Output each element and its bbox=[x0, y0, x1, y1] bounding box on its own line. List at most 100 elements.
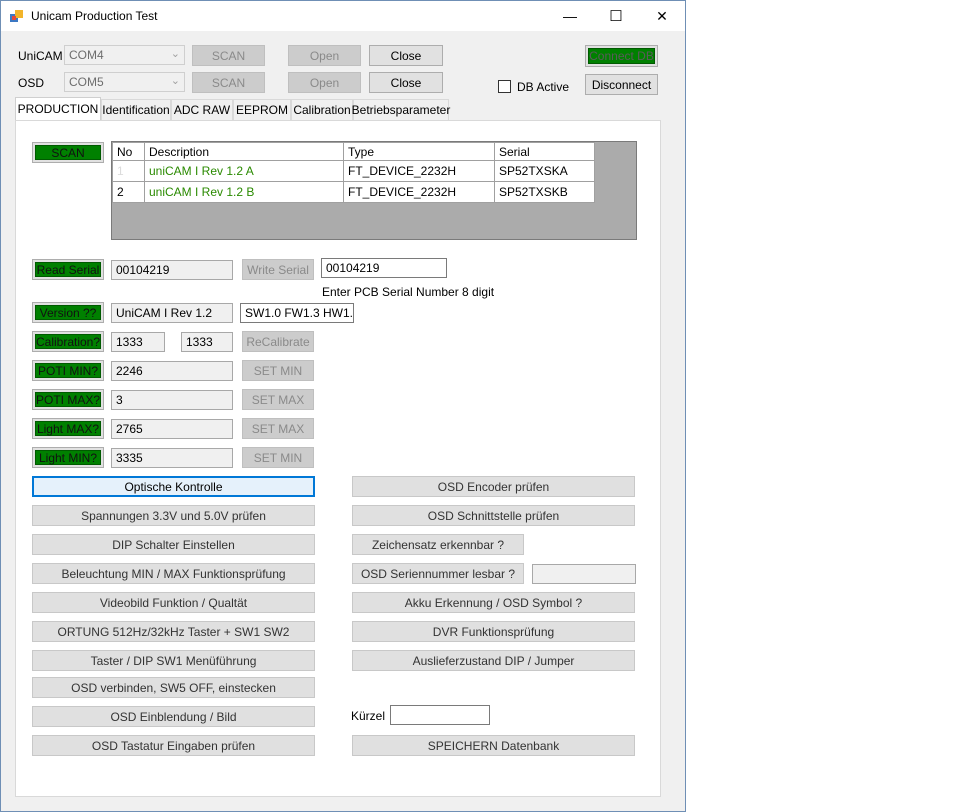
calibration-field-a[interactable]: 1333 bbox=[111, 332, 165, 352]
light-max-field[interactable]: 2765 bbox=[111, 419, 233, 439]
test-beleuchtung-button[interactable]: Beleuchtung MIN / MAX Funktionsprüfung bbox=[32, 563, 315, 584]
test-zeichensatz-button[interactable]: Zeichensatz erkennbar ? bbox=[352, 534, 524, 555]
save-database-button[interactable]: SPEICHERN Datenbank bbox=[352, 735, 635, 756]
recalibrate-button[interactable]: ReCalibrate bbox=[242, 331, 314, 352]
osd-close-button[interactable]: Close bbox=[369, 72, 443, 93]
table-cell: FT_DEVICE_2232H bbox=[343, 181, 495, 203]
table-cell: SP52TXSKB bbox=[494, 181, 595, 203]
db-active-label: DB Active bbox=[517, 80, 570, 94]
poti-max-label: POTI MAX? bbox=[35, 392, 101, 407]
light-set-min-button[interactable]: SET MIN bbox=[242, 447, 314, 468]
osd-port-value: COM5 bbox=[69, 75, 104, 89]
chevron-down-icon: ⌄ bbox=[170, 48, 180, 60]
connect-db-button[interactable]: Connect DB bbox=[585, 45, 658, 67]
test-taster-menu-button[interactable]: Taster / DIP SW1 Menüführung bbox=[32, 650, 315, 671]
title-bar[interactable]: Unicam Production Test — ☐ ✕ bbox=[1, 1, 685, 31]
tab-calibration[interactable]: Calibration bbox=[291, 99, 353, 120]
osd-label: OSD bbox=[18, 76, 45, 90]
table-cell: uniCAM I Rev 1.2 B bbox=[144, 181, 344, 203]
table-cell: SP52TXSKA bbox=[494, 160, 595, 182]
read-serial-label: Read Serial bbox=[35, 262, 101, 277]
osd-open-button[interactable]: Open bbox=[288, 72, 361, 93]
poti-min-label: POTI MIN? bbox=[35, 363, 101, 378]
test-dip-schalter-button[interactable]: DIP Schalter Einstellen bbox=[32, 534, 315, 555]
test-videobild-button[interactable]: Videobild Funktion / Qualtät bbox=[32, 592, 315, 613]
column-header[interactable]: No bbox=[112, 142, 145, 161]
column-header[interactable]: Description bbox=[144, 142, 344, 161]
poti-min-button[interactable]: POTI MIN? bbox=[32, 360, 104, 381]
disconnect-button[interactable]: Disconnect bbox=[585, 74, 658, 95]
unicam-scan-button[interactable]: SCAN bbox=[192, 45, 265, 66]
unicam-port-select[interactable]: COM4 ⌄ bbox=[64, 45, 185, 65]
read-serial-button[interactable]: Read Serial bbox=[32, 259, 104, 280]
write-serial-button[interactable]: Write Serial bbox=[242, 259, 314, 280]
unicam-close-button[interactable]: Close bbox=[369, 45, 443, 66]
unicam-open-button[interactable]: Open bbox=[288, 45, 361, 66]
unicam-port-value: COM4 bbox=[69, 48, 104, 62]
calibration-button[interactable]: Calibration? bbox=[32, 331, 104, 352]
version-button[interactable]: Version ?? bbox=[32, 302, 104, 323]
table-header-row: No Description Type Serial bbox=[112, 142, 595, 161]
poti-min-field[interactable]: 2246 bbox=[111, 361, 233, 381]
table-row[interactable]: 1 uniCAM I Rev 1.2 A FT_DEVICE_2232H SP5… bbox=[112, 160, 595, 182]
test-osd-tastatur-button[interactable]: OSD Tastatur Eingaben prüfen bbox=[32, 735, 315, 756]
test-osd-einblendung-button[interactable]: OSD Einblendung / Bild bbox=[32, 706, 315, 727]
test-spannungen-button[interactable]: Spannungen 3.3V und 5.0V prüfen bbox=[32, 505, 315, 526]
window-title: Unicam Production Test bbox=[31, 9, 158, 23]
tab-betriebsparameter[interactable]: Betriebsparameter bbox=[352, 99, 450, 120]
production-scan-label: SCAN bbox=[35, 145, 101, 160]
set-min-button[interactable]: SET MIN bbox=[242, 360, 314, 381]
tab-adc-raw[interactable]: ADC RAW bbox=[171, 99, 233, 120]
unicam-label: UniCAM bbox=[18, 49, 63, 63]
light-min-button[interactable]: Light MIN? bbox=[32, 447, 104, 468]
tab-eeprom[interactable]: EEPROM bbox=[233, 99, 291, 120]
light-min-field[interactable]: 3335 bbox=[111, 448, 233, 468]
tab-identification[interactable]: Identification bbox=[101, 99, 171, 120]
connect-db-label: Connect DB bbox=[588, 48, 655, 64]
osd-port-select[interactable]: COM5 ⌄ bbox=[64, 72, 185, 92]
table-cell: FT_DEVICE_2232H bbox=[343, 160, 495, 182]
test-dvr-button[interactable]: DVR Funktionsprüfung bbox=[352, 621, 635, 642]
device-grid[interactable]: No Description Type Serial 1 uniCAM I Re… bbox=[111, 141, 637, 240]
poti-max-button[interactable]: POTI MAX? bbox=[32, 389, 104, 410]
table-row[interactable]: 2 uniCAM I Rev 1.2 B FT_DEVICE_2232H SP5… bbox=[112, 181, 595, 203]
tab-production[interactable]: PRODUCTION bbox=[15, 97, 101, 120]
maximize-button[interactable]: ☐ bbox=[593, 1, 639, 31]
osd-scan-button[interactable]: SCAN bbox=[192, 72, 265, 93]
serial-readonly-field[interactable]: 00104219 bbox=[111, 260, 233, 280]
table-cell: 2 bbox=[112, 181, 145, 203]
minimize-button[interactable]: — bbox=[547, 1, 593, 31]
light-set-max-button[interactable]: SET MAX bbox=[242, 418, 314, 439]
column-header[interactable]: Serial bbox=[494, 142, 595, 161]
kuerzel-input[interactable] bbox=[390, 705, 490, 725]
test-akku-button[interactable]: Akku Erkennung / OSD Symbol ? bbox=[352, 592, 635, 613]
main-window: Unicam Production Test — ☐ ✕ UniCAM COM4… bbox=[0, 0, 686, 812]
test-osd-seriennummer-button[interactable]: OSD Seriennummer lesbar ? bbox=[352, 563, 524, 584]
serial-input[interactable]: 00104219 bbox=[321, 258, 447, 278]
test-optische-kontrolle-button[interactable]: Optische Kontrolle bbox=[32, 476, 315, 497]
table-cell: 1 bbox=[112, 160, 145, 182]
light-max-label: Light MAX? bbox=[35, 421, 101, 436]
light-min-label: Light MIN? bbox=[35, 450, 101, 465]
poti-max-field[interactable]: 3 bbox=[111, 390, 233, 410]
version-field[interactable]: UniCAM I Rev 1.2 bbox=[111, 303, 233, 323]
version-label: Version ?? bbox=[35, 305, 101, 320]
osd-serial-field[interactable] bbox=[532, 564, 636, 584]
chevron-down-icon: ⌄ bbox=[170, 75, 180, 87]
test-osd-verbinden-button[interactable]: OSD verbinden, SW5 OFF, einstecken bbox=[32, 677, 315, 698]
close-window-button[interactable]: ✕ bbox=[639, 1, 685, 31]
light-max-button[interactable]: Light MAX? bbox=[32, 418, 104, 439]
kuerzel-label: Kürzel bbox=[351, 709, 386, 723]
set-max-button[interactable]: SET MAX bbox=[242, 389, 314, 410]
serial-hint: Enter PCB Serial Number 8 digit bbox=[322, 285, 495, 299]
test-auslieferzustand-button[interactable]: Auslieferzustand DIP / Jumper bbox=[352, 650, 635, 671]
column-header[interactable]: Type bbox=[343, 142, 495, 161]
db-active-checkbox[interactable] bbox=[498, 80, 511, 93]
firmware-field[interactable]: SW1.0 FW1.3 HW1.2 bbox=[240, 303, 354, 323]
test-osd-encoder-button[interactable]: OSD Encoder prüfen bbox=[352, 476, 635, 497]
calibration-field-b[interactable]: 1333 bbox=[181, 332, 233, 352]
calibration-label: Calibration? bbox=[35, 334, 101, 349]
production-scan-button[interactable]: SCAN bbox=[32, 142, 104, 163]
test-ortung-button[interactable]: ORTUNG 512Hz/32kHz Taster + SW1 SW2 bbox=[32, 621, 315, 642]
test-osd-schnittstelle-button[interactable]: OSD Schnittstelle prüfen bbox=[352, 505, 635, 526]
